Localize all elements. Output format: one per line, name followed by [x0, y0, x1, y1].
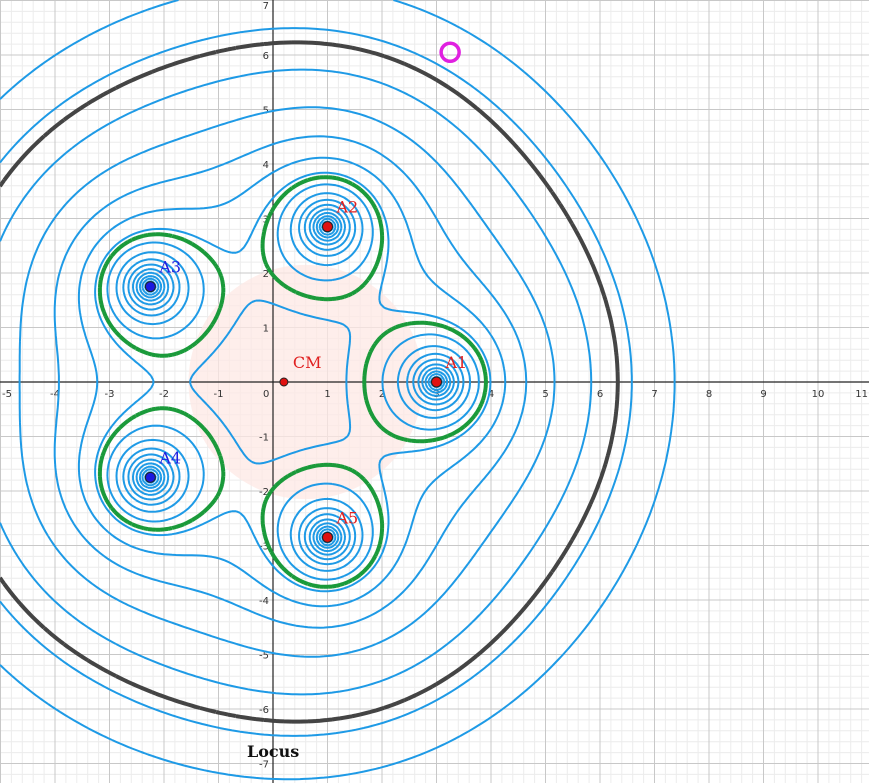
- x-tick-label: -2: [159, 389, 169, 400]
- x-tick-label: -3: [105, 389, 115, 400]
- y-tick-label: 1: [263, 324, 269, 335]
- locus-marker[interactable]: [439, 41, 461, 64]
- point-label-cm: CM: [293, 353, 322, 372]
- y-tick-label: -7: [259, 760, 269, 771]
- y-tick-label: -1: [259, 433, 269, 444]
- y-tick-label: 6: [263, 51, 269, 62]
- x-tick-label: 9: [760, 389, 766, 400]
- point-cm: [279, 377, 289, 387]
- point-a2: [322, 221, 333, 233]
- x-tick-label: 1: [324, 389, 330, 400]
- y-tick-label: 7: [263, 1, 269, 12]
- point-label-a4: A4: [158, 448, 181, 467]
- x-tick-label: 10: [812, 389, 825, 400]
- x-tick-label: 7: [651, 389, 657, 400]
- point-a1: [431, 376, 442, 388]
- x-tick-label: 11: [855, 389, 868, 400]
- x-tick-label: 8: [706, 389, 712, 400]
- point-a5: [322, 531, 333, 543]
- point-label-a5: A5: [336, 508, 359, 527]
- point-a3: [144, 281, 156, 293]
- point-label-a1: A1: [445, 353, 468, 372]
- point-label-a3: A3: [158, 258, 181, 277]
- locus-marker-ring[interactable]: [439, 41, 461, 64]
- locus-caption: Locus: [247, 742, 299, 761]
- x-tick-label: 6: [597, 389, 603, 400]
- point-label-a2: A2: [336, 198, 359, 217]
- x-tick-label: -5: [2, 389, 12, 400]
- x-tick-label: -1: [214, 389, 224, 400]
- contour-plot: -5 -4 -3 -2 -1 0 1 2 3 4 5 6 7 8 9 10 117654321-1-2-3-4-…: [0, 0, 869, 783]
- x-tick-label: 0: [263, 389, 269, 400]
- y-tick-label: -6: [259, 705, 269, 716]
- point-a4: [144, 471, 156, 483]
- x-tick-label: 5: [542, 389, 548, 400]
- y-tick-label: 4: [263, 160, 269, 171]
- y-tick-label: -4: [259, 596, 269, 607]
